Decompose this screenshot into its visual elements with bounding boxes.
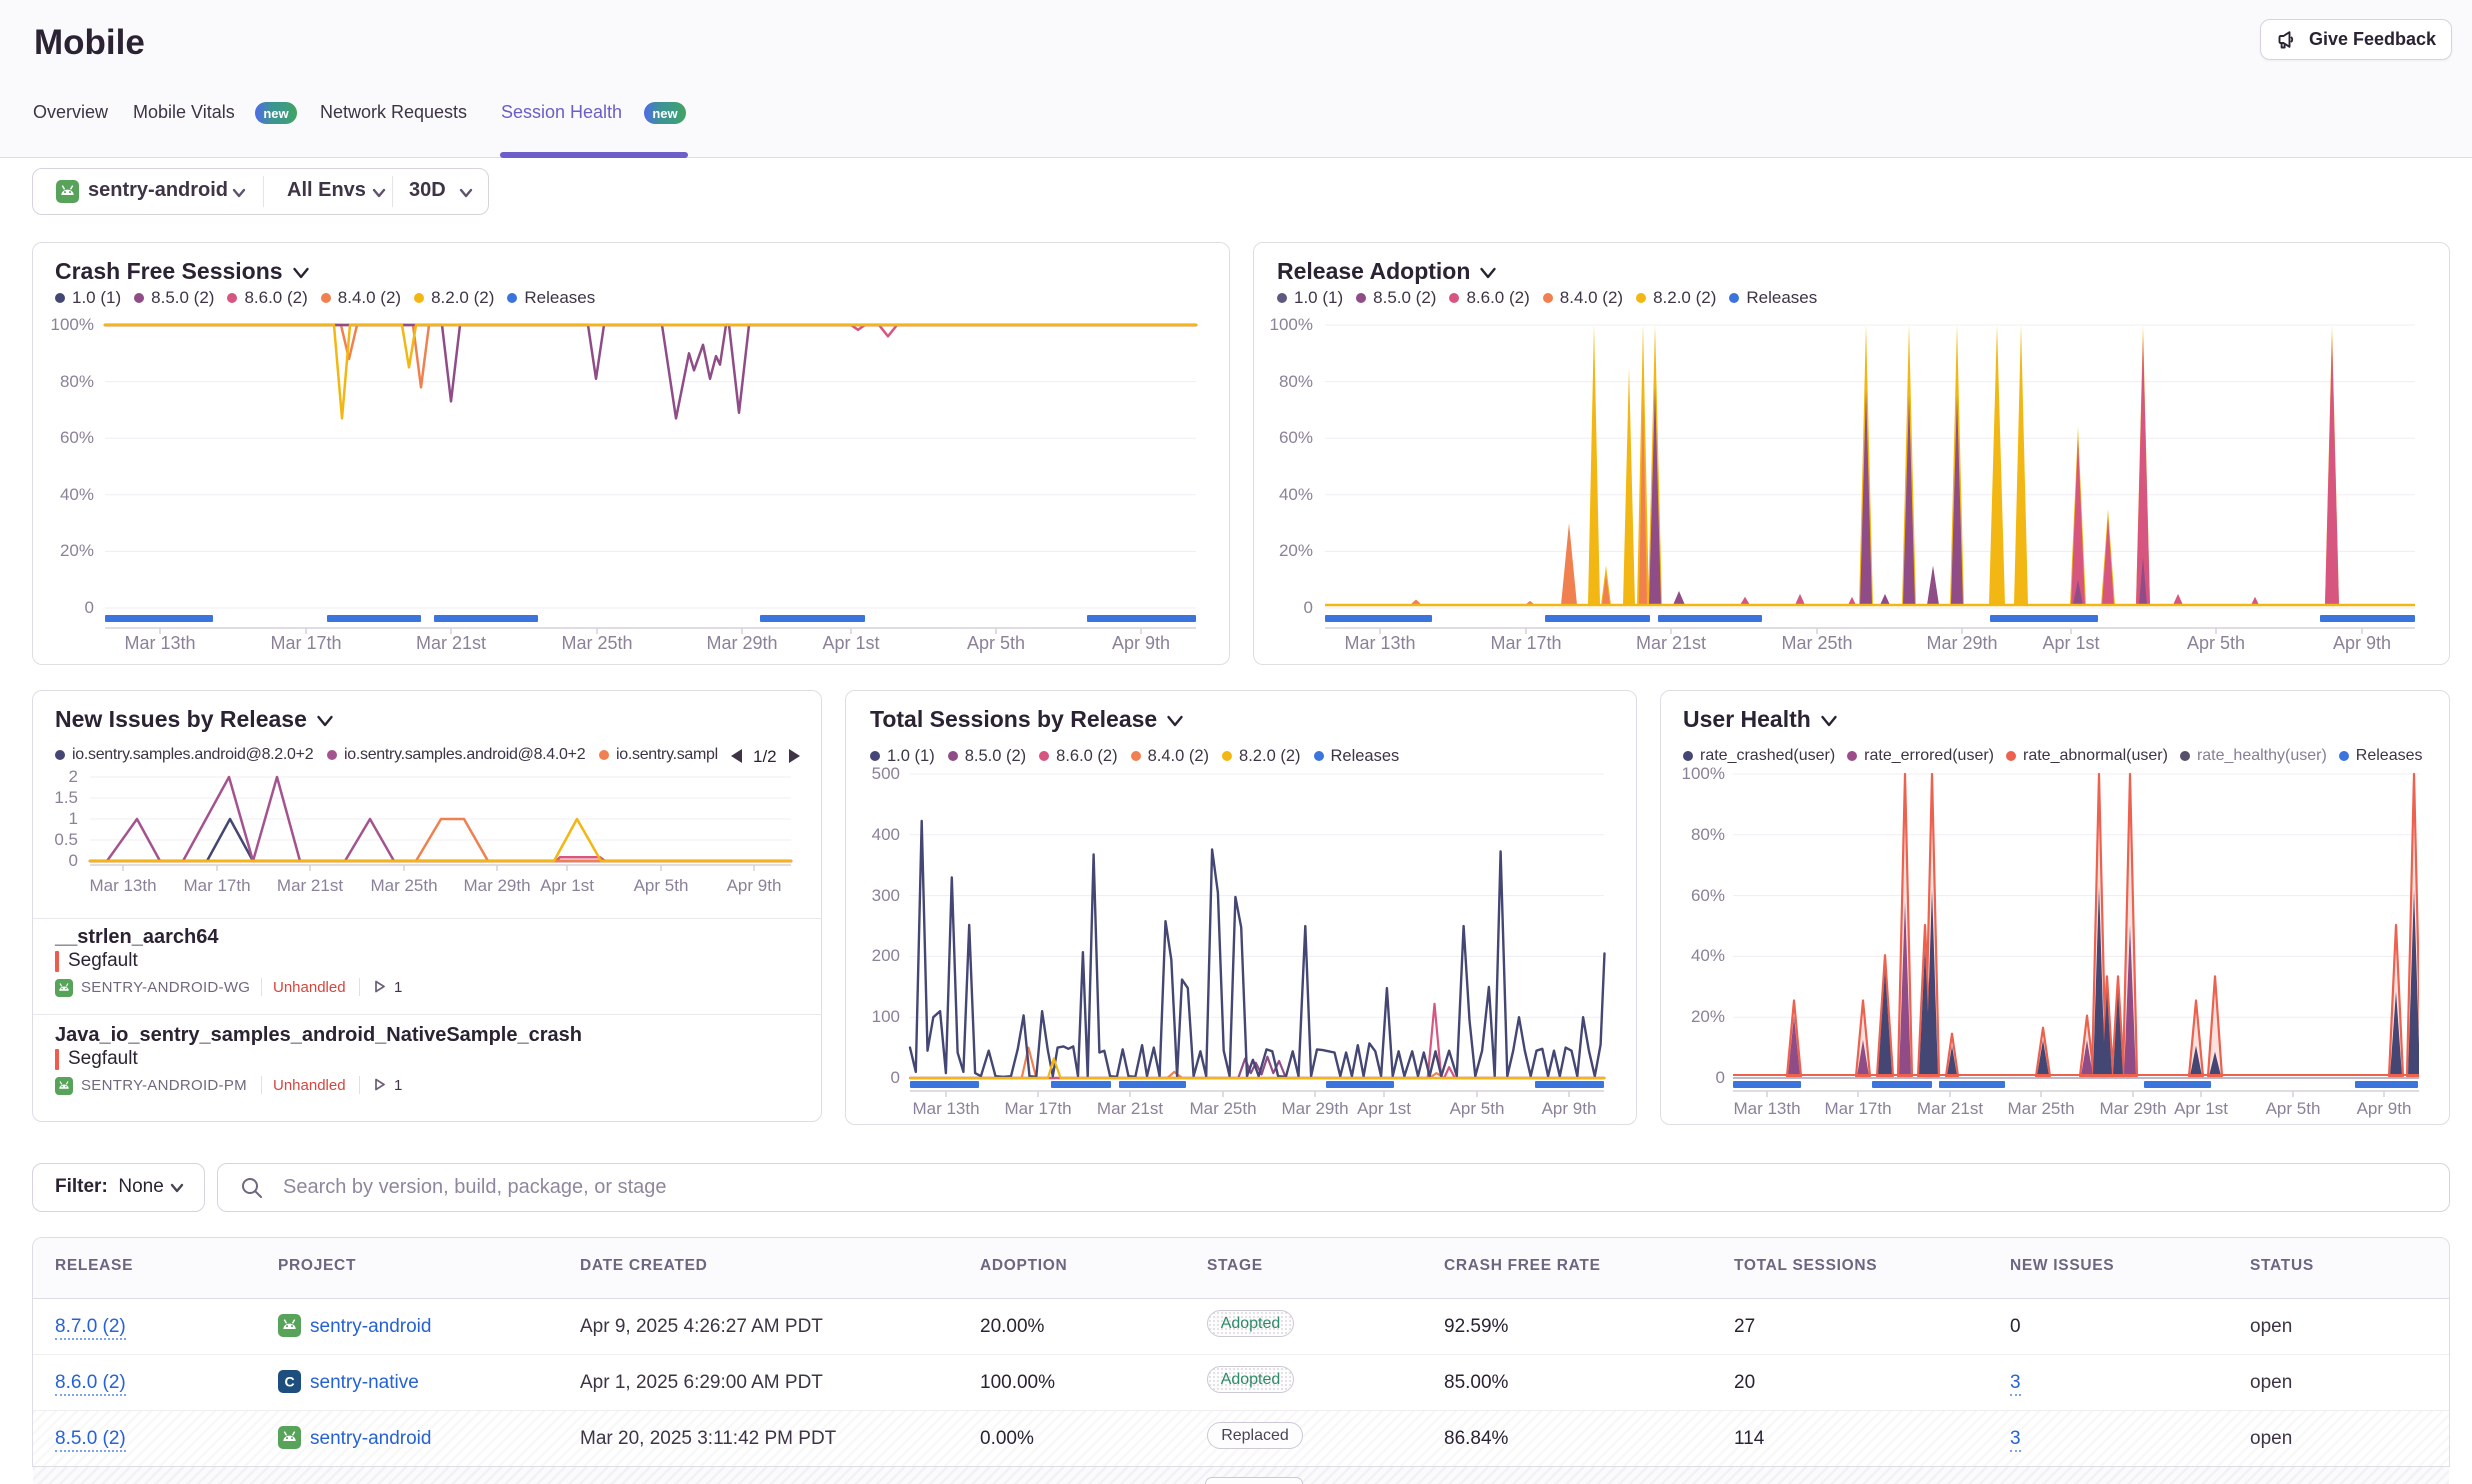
- svg-text:C: C: [284, 1374, 294, 1390]
